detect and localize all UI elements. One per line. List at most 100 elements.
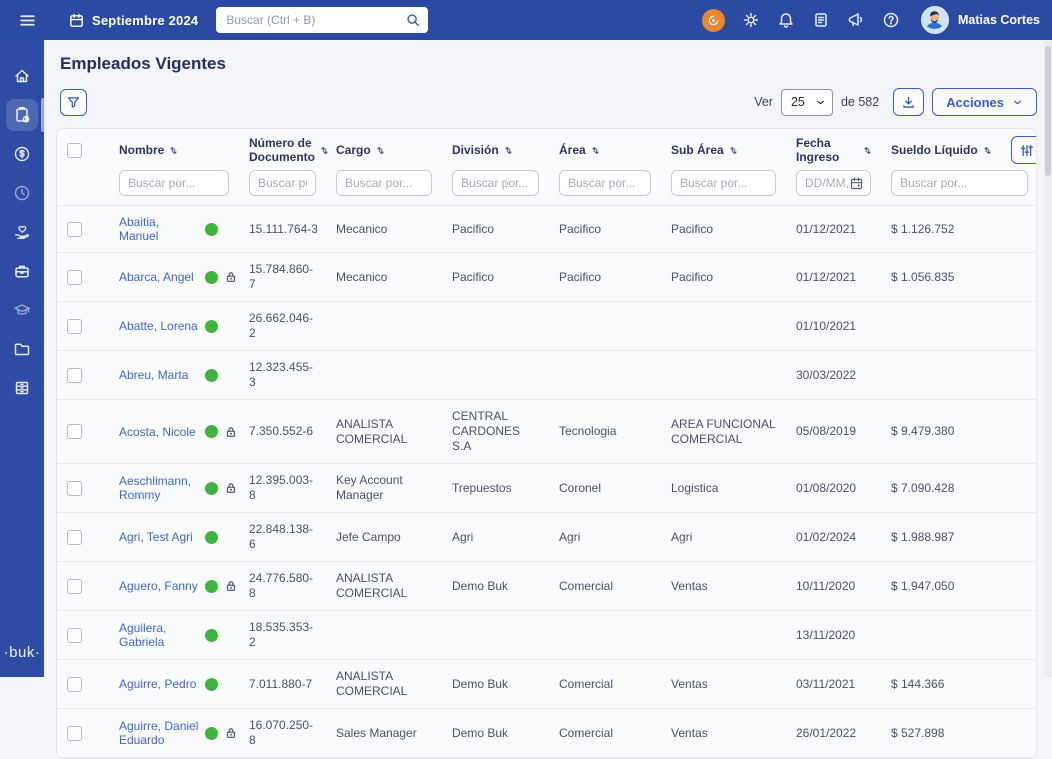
scrollbar-thumb[interactable] xyxy=(1045,46,1051,176)
announcements-icon[interactable] xyxy=(841,5,871,35)
period-selector[interactable]: Septiembre 2024 xyxy=(68,12,198,29)
download-button[interactable] xyxy=(893,88,924,116)
filter-cell-doc xyxy=(239,168,326,206)
column-label: Cargo xyxy=(336,143,371,157)
employee-name-link[interactable]: Aguero, Fanny xyxy=(119,579,199,593)
row-checkbox[interactable] xyxy=(67,579,82,594)
sidebar-item-hand-heart[interactable] xyxy=(6,216,38,248)
vertical-scrollbar[interactable] xyxy=(1044,40,1052,677)
sueldo-cell: $ 144.366 xyxy=(881,660,1001,709)
document-cell: 12.323.455-3 xyxy=(239,351,326,400)
row-checkbox[interactable] xyxy=(67,368,82,383)
area-cell: Comercial xyxy=(549,709,661,758)
topbar-actions: Matias Cortes xyxy=(702,5,1040,35)
employee-name-link[interactable]: Acosta, Nicole xyxy=(119,425,199,439)
filter-input-doc[interactable] xyxy=(249,170,316,196)
notifications-icon[interactable] xyxy=(771,5,801,35)
sueldo-cell: $ 527.898 xyxy=(881,709,1001,758)
table-controls: Ver 25 de 582 Acciones xyxy=(60,88,1037,116)
column-label: Área xyxy=(559,143,586,157)
actions-button[interactable]: Acciones xyxy=(932,88,1037,116)
row-checkbox[interactable] xyxy=(67,481,82,496)
row-checkbox[interactable] xyxy=(67,677,82,692)
column-header-sueldo[interactable]: Sueldo Líquido xyxy=(881,129,1001,168)
select-all-checkbox[interactable] xyxy=(67,143,82,158)
sub-area-cell xyxy=(661,611,786,660)
assistant-icon[interactable] xyxy=(702,9,725,32)
name-cell: Agri, Test Agri xyxy=(109,513,239,562)
employee-name-link[interactable]: Abaitia, Manuel xyxy=(119,215,199,243)
sidebar-item-folder[interactable] xyxy=(6,333,38,365)
filter-input-name[interactable] xyxy=(119,170,229,196)
sidebar-item-cabinet[interactable] xyxy=(6,372,38,404)
sub-area-cell: Ventas xyxy=(661,709,786,758)
sidebar-item-clock[interactable] xyxy=(6,177,38,209)
row-select-cell xyxy=(57,302,109,351)
row-checkbox[interactable] xyxy=(67,530,82,545)
sueldo-cell: $ 1.947.050 xyxy=(881,562,1001,611)
sidebar-item-graduation-cap[interactable] xyxy=(6,294,38,326)
employee-name-link[interactable]: Aeschlimann, Rommy xyxy=(119,474,199,502)
column-header-division[interactable]: División xyxy=(442,129,549,168)
employee-name-link[interactable]: Aguilera, Gabriela xyxy=(119,621,199,649)
column-header-doc[interactable]: Número de Documento xyxy=(239,129,326,168)
calendar-icon[interactable] xyxy=(849,176,864,191)
area-cell xyxy=(549,302,661,351)
column-header-name[interactable]: Nombre xyxy=(109,129,239,168)
settings-icon[interactable] xyxy=(736,5,766,35)
row-checkbox[interactable] xyxy=(67,726,82,741)
row-checkbox[interactable] xyxy=(67,628,82,643)
documents-icon[interactable] xyxy=(806,5,836,35)
document-cell: 24.776.580-8 xyxy=(239,562,326,611)
sub-area-cell xyxy=(661,302,786,351)
config-cell xyxy=(1001,464,1037,513)
employee-name-link[interactable]: Agri, Test Agri xyxy=(119,530,199,544)
column-header-area[interactable]: Área xyxy=(549,129,661,168)
date-placeholder: DD/MM, xyxy=(805,176,849,190)
sub-area-cell: AREA FUNCIONAL COMERCIAL xyxy=(661,400,786,464)
fecha-ingreso-cell: 30/03/2022 xyxy=(786,351,881,400)
sueldo-cell: $ 7.090.428 xyxy=(881,464,1001,513)
filter-input-cargo[interactable] xyxy=(336,170,432,196)
employee-name-link[interactable]: Abarca, Angel xyxy=(119,270,199,284)
column-label: Número de Documento xyxy=(249,136,315,164)
column-header-select[interactable] xyxy=(57,129,109,168)
menu-icon[interactable] xyxy=(12,5,42,35)
employee-name-link[interactable]: Aguirre, Daniel Eduardo xyxy=(119,719,199,747)
row-checkbox[interactable] xyxy=(67,270,82,285)
search-input[interactable] xyxy=(216,7,428,33)
sidebar-item-briefcase[interactable] xyxy=(6,255,38,287)
column-header-config[interactable] xyxy=(1001,129,1037,168)
employee-name-link[interactable]: Aguirre, Pedro xyxy=(119,677,199,691)
column-header-fecha[interactable]: Fecha Ingreso xyxy=(786,129,881,168)
filter-button[interactable] xyxy=(60,89,87,116)
employee-name-link[interactable]: Abreu, Marta xyxy=(119,368,199,382)
sidebar-item-home[interactable] xyxy=(6,60,38,92)
row-checkbox[interactable] xyxy=(67,319,82,334)
folder-icon xyxy=(13,340,31,358)
row-checkbox[interactable] xyxy=(67,222,82,237)
sidebar-item-money[interactable] xyxy=(6,138,38,170)
sidebar-item-clipboard-clock[interactable] xyxy=(6,99,38,131)
cargo-cell: Sales Manager xyxy=(326,709,442,758)
per-page-select[interactable]: 25 xyxy=(781,89,833,116)
fecha-ingreso-cell: 01/12/2021 xyxy=(786,206,881,253)
column-header-sub_area[interactable]: Sub Área xyxy=(661,129,786,168)
filter-input-sub_area[interactable] xyxy=(671,170,776,196)
column-settings-button[interactable] xyxy=(1011,136,1037,164)
sueldo-cell: $ 1.126.752 xyxy=(881,206,1001,253)
row-checkbox[interactable] xyxy=(67,424,82,439)
cabinet-icon xyxy=(13,379,31,397)
column-header-cargo[interactable]: Cargo xyxy=(326,129,442,168)
sort-icon xyxy=(862,145,873,156)
filter-input-area[interactable] xyxy=(559,170,651,196)
search-icon[interactable] xyxy=(405,12,421,33)
filter-input-sueldo[interactable] xyxy=(891,170,1028,196)
division-cell xyxy=(442,351,549,400)
help-icon[interactable] xyxy=(876,5,906,35)
employee-name-link[interactable]: Abatte, Lorena xyxy=(119,319,199,333)
hand-heart-icon xyxy=(13,223,31,241)
user-menu[interactable]: Matias Cortes xyxy=(921,6,1040,34)
filter-input-division[interactable] xyxy=(452,170,539,196)
date-filter-input[interactable]: DD/MM, xyxy=(796,170,871,196)
